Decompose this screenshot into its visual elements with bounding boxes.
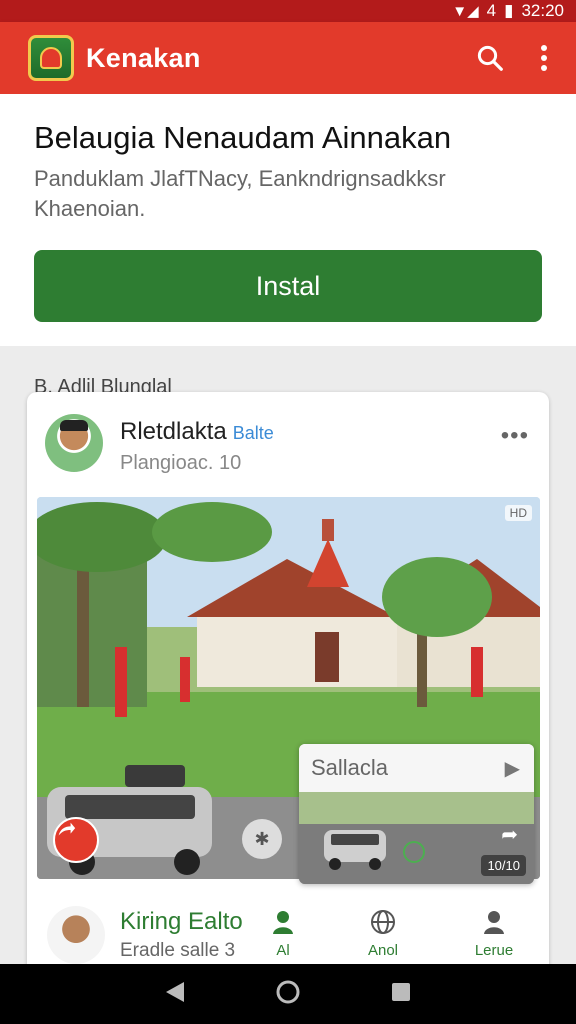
battery-icon: ▮	[504, 1, 514, 20]
comment-meta: Eradle salle 3	[120, 940, 236, 961]
commenter-avatar[interactable]	[47, 906, 105, 964]
signal-strength: 4	[486, 1, 497, 20]
action-label: Anol	[367, 942, 399, 959]
action-label: Al	[276, 942, 290, 959]
action-anol[interactable]: Anol	[355, 908, 411, 959]
mini-player-header: Sallacla ▶	[299, 744, 534, 792]
action-lerue[interactable]: Lerue	[466, 908, 522, 959]
author-name: Rletdlakta	[120, 418, 227, 445]
search-icon[interactable]	[468, 36, 512, 80]
home-icon[interactable]	[275, 979, 301, 1010]
signal-icon: ▼◢	[452, 3, 479, 20]
share-icon[interactable]	[53, 817, 99, 863]
back-icon[interactable]	[164, 980, 186, 1009]
mini-player-title: Sallacla	[311, 755, 389, 780]
recents-icon[interactable]	[390, 981, 412, 1008]
app-description: Panduklam JlafTNacy, Eankndrignsadkksr K…	[34, 166, 446, 221]
post-author[interactable]: Rletdlakta Balte	[120, 418, 274, 446]
rotate-icon[interactable]: ✱	[242, 819, 282, 859]
app-title: Kenakan	[86, 42, 201, 73]
action-label: Lerue	[474, 942, 514, 959]
app-logo	[28, 35, 74, 81]
person-icon	[273, 911, 293, 934]
mini-video[interactable]: ➦ 10/10	[299, 792, 534, 884]
play-icon[interactable]: ▶	[505, 756, 520, 781]
more-vert-icon[interactable]	[522, 36, 566, 80]
app-info-panel: Belaugia Nenaudam Ainnakan Panduklam Jla…	[0, 94, 576, 346]
hd-badge: HD	[504, 505, 532, 521]
post-card: Rletdlakta Balte Plangioac. 10 ••• HD ✱ …	[27, 392, 549, 992]
action-al[interactable]: Al	[255, 908, 311, 959]
author-avatar[interactable]	[45, 414, 103, 472]
app-bar: Kenakan	[0, 22, 576, 94]
system-nav-bar	[0, 964, 576, 1024]
author-tag: Balte	[232, 423, 274, 443]
app-name: Belaugia Nenaudam Ainnakan	[34, 120, 452, 155]
status-bar: ▼◢ 4 ▮ 32:20	[0, 0, 576, 22]
forward-icon[interactable]: ➦	[501, 822, 518, 847]
user-icon	[484, 911, 504, 934]
more-options-icon[interactable]: •••	[501, 422, 529, 450]
install-button[interactable]: Instal	[34, 250, 542, 322]
mini-player-counter: 10/10	[481, 855, 526, 876]
post-meta: Plangioac. 10	[120, 452, 242, 474]
commenter-name[interactable]: Kiring Ealto	[120, 908, 243, 936]
globe-icon	[371, 910, 395, 934]
mini-player[interactable]: Sallacla ▶ ➦ 10/10	[299, 744, 534, 884]
clock: 32:20	[521, 1, 564, 20]
